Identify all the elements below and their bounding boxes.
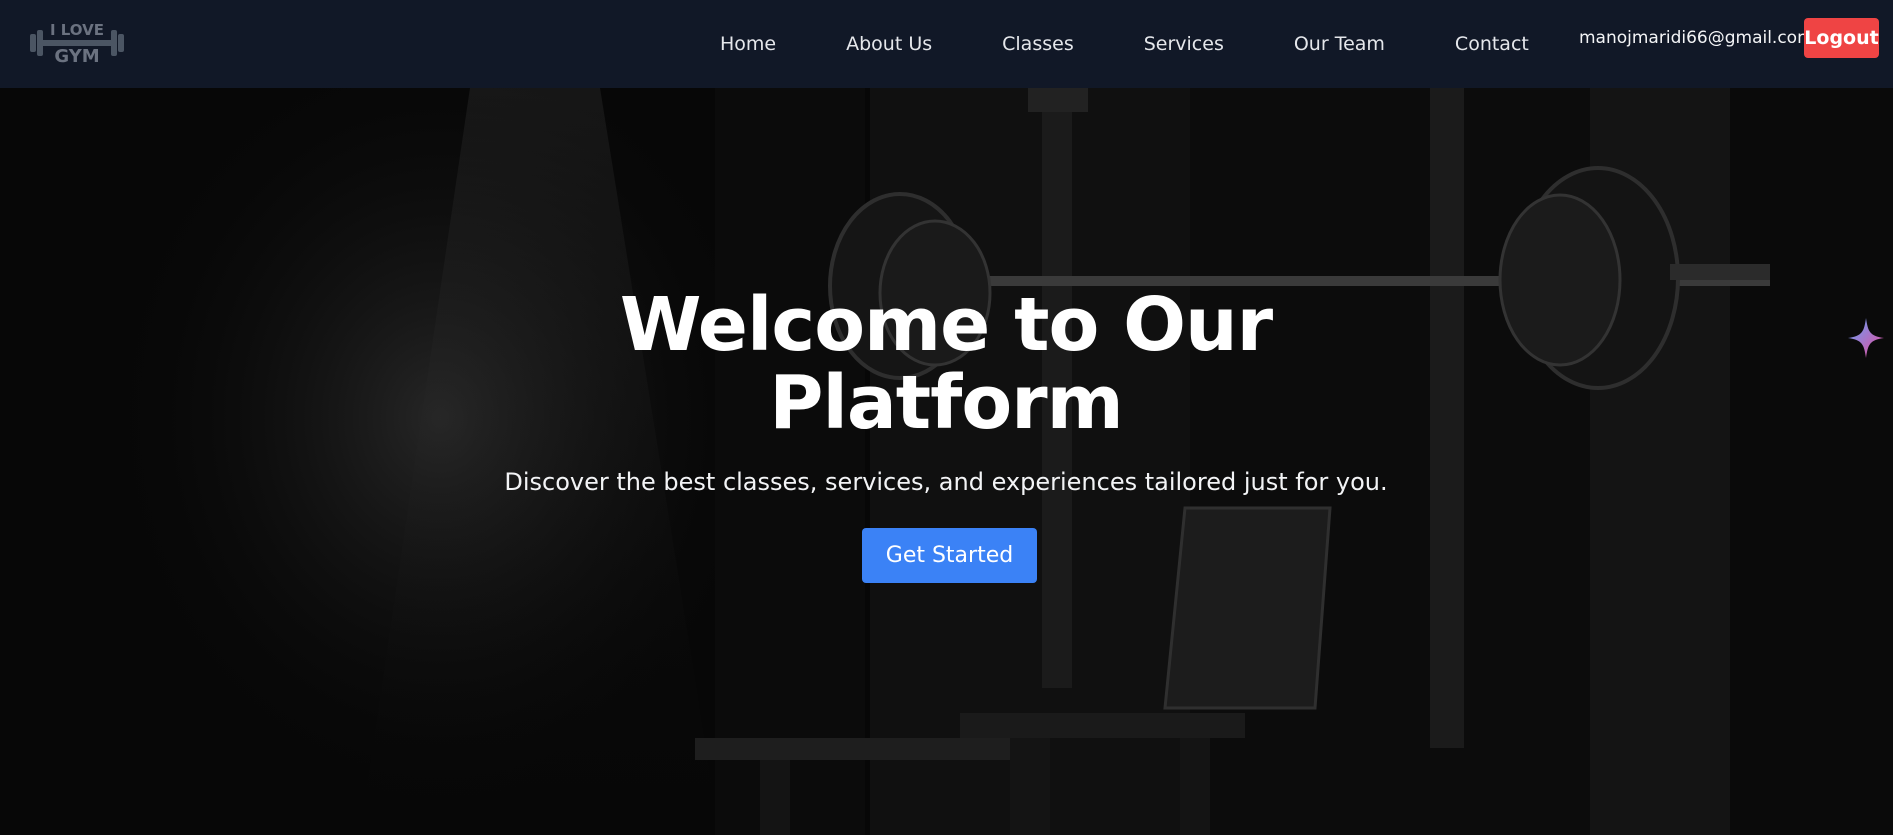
gym-logo[interactable]: I LOVE GYM bbox=[28, 16, 126, 68]
nav-home[interactable]: Home bbox=[720, 33, 776, 55]
nav-our-team[interactable]: Our Team bbox=[1294, 33, 1385, 55]
hero-title-line2: Platform bbox=[769, 360, 1124, 446]
logo-text-bottom: GYM bbox=[54, 46, 99, 67]
nav-links: Home About Us Classes Services Our Team … bbox=[720, 0, 1529, 88]
logout-button[interactable]: Logout bbox=[1804, 18, 1879, 58]
nav-services[interactable]: Services bbox=[1144, 33, 1224, 55]
hero-section: Welcome to Our Platform Discover the bes… bbox=[0, 88, 1893, 835]
nav-classes[interactable]: Classes bbox=[1002, 33, 1074, 55]
hero-title: Welcome to Our Platform bbox=[546, 286, 1346, 442]
hero-content: Welcome to Our Platform Discover the bes… bbox=[0, 88, 1893, 835]
hero-title-line1: Welcome to Our bbox=[619, 282, 1273, 368]
logo-text-top: I LOVE bbox=[50, 21, 104, 39]
nav-about-us[interactable]: About Us bbox=[846, 33, 932, 55]
hero-subtitle: Discover the best classes, services, and… bbox=[504, 468, 1388, 496]
nav-contact[interactable]: Contact bbox=[1455, 33, 1529, 55]
navbar: I LOVE GYM Home About Us Classes Service… bbox=[0, 0, 1893, 88]
sparkle-icon[interactable] bbox=[1846, 316, 1886, 360]
user-email: manojmaridi66@gmail.com bbox=[1579, 28, 1814, 48]
get-started-button[interactable]: Get Started bbox=[862, 528, 1037, 583]
